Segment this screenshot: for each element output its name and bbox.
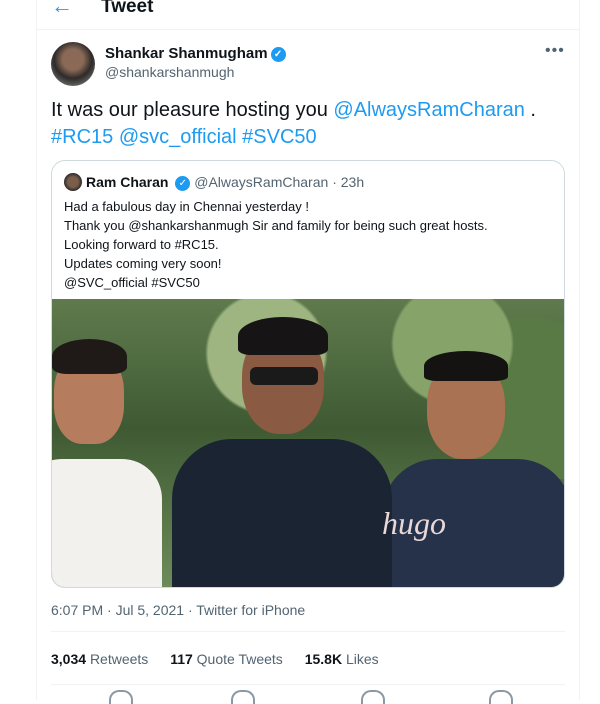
verified-badge-icon: ✓: [270, 46, 286, 62]
retweet-icon[interactable]: [231, 690, 255, 704]
person-center-hair: [238, 317, 328, 355]
author-handle[interactable]: @shankarshanmugh: [105, 64, 234, 80]
tweet-text-part: .: [524, 99, 536, 121]
tweet-timestamp[interactable]: 6:07 PM · Jul 5, 2021 ·: [51, 602, 196, 618]
divider: [37, 29, 579, 30]
person-center-glasses: [250, 367, 318, 385]
quoted-author-avatar[interactable]: [64, 173, 82, 191]
like-count[interactable]: 15.8K: [305, 651, 342, 667]
engagement-stats: 3,034 Retweets 117 Quote Tweets 15.8K Li…: [51, 651, 397, 668]
like-label[interactable]: Likes: [346, 651, 379, 667]
person-center: [172, 309, 392, 587]
person-left: [52, 329, 162, 587]
like-icon[interactable]: [361, 690, 385, 704]
quoted-tweet[interactable]: Ram Charan ✓ @AlwaysRamCharan · 23h Had …: [51, 160, 565, 588]
quoted-photo[interactable]: hugo: [52, 299, 564, 587]
author-name[interactable]: Shankar Shanmugham: [105, 45, 268, 62]
quoted-text: Had a fabulous day in Chennai yesterday …: [64, 197, 554, 292]
person-right: [382, 349, 564, 587]
mention-link[interactable]: @svc_official: [119, 126, 237, 148]
hashtag-link[interactable]: #SVC50: [242, 126, 317, 148]
quoted-line: Looking forward to #RC15.: [64, 237, 219, 252]
quoted-author-name[interactable]: Ram Charan: [86, 174, 168, 190]
tweet-page: ← Tweet Shankar Shanmugham ✓ @shankarshan…: [36, 0, 580, 704]
quote-label[interactable]: Quote Tweets: [197, 651, 283, 667]
quoted-header: Ram Charan ✓ @AlwaysRamCharan · 23h: [86, 174, 364, 191]
retweet-label[interactable]: Retweets: [90, 651, 148, 667]
header: ← Tweet: [37, 0, 579, 30]
quoted-line: Thank you @shankarshanmugh Sir and famil…: [64, 218, 488, 233]
share-icon[interactable]: [489, 690, 513, 704]
quote-count[interactable]: 117: [170, 651, 193, 667]
divider: [51, 684, 565, 685]
tweet-meta: 6:07 PM · Jul 5, 2021 · Twitter for iPho…: [51, 602, 305, 619]
more-icon[interactable]: •••: [545, 42, 565, 60]
hashtag-link[interactable]: #RC15: [51, 126, 113, 148]
person-left-hair: [52, 339, 127, 374]
page-title: Tweet: [101, 0, 154, 17]
tweet-source[interactable]: Twitter for iPhone: [196, 602, 305, 618]
quoted-line: Updates coming very soon!: [64, 256, 222, 271]
person-center-body: [172, 439, 392, 587]
divider: [51, 631, 565, 632]
mention-link[interactable]: @AlwaysRamCharan: [333, 99, 524, 121]
quoted-time[interactable]: 23h: [341, 174, 364, 190]
reply-icon[interactable]: [109, 690, 133, 704]
verified-badge-icon: ✓: [175, 175, 191, 191]
back-arrow-icon[interactable]: ←: [51, 0, 73, 17]
quoted-line: Had a fabulous day in Chennai yesterday …: [64, 199, 309, 214]
separator: ·: [332, 174, 337, 190]
tweet-text: It was our pleasure hosting you @AlwaysR…: [51, 97, 571, 151]
author-avatar[interactable]: [51, 42, 95, 86]
action-bar: [37, 690, 579, 704]
person-right-hair: [424, 351, 508, 381]
tweet-text-part: It was our pleasure hosting you: [51, 99, 334, 121]
quoted-line: @SVC_official #SVC50: [64, 275, 200, 290]
quoted-author-handle[interactable]: @AlwaysRamCharan: [194, 174, 328, 190]
shirt-text: hugo: [382, 505, 446, 541]
person-left-body: [52, 459, 162, 587]
author-name-row[interactable]: Shankar Shanmugham ✓: [105, 45, 286, 63]
retweet-count[interactable]: 3,034: [51, 651, 86, 667]
